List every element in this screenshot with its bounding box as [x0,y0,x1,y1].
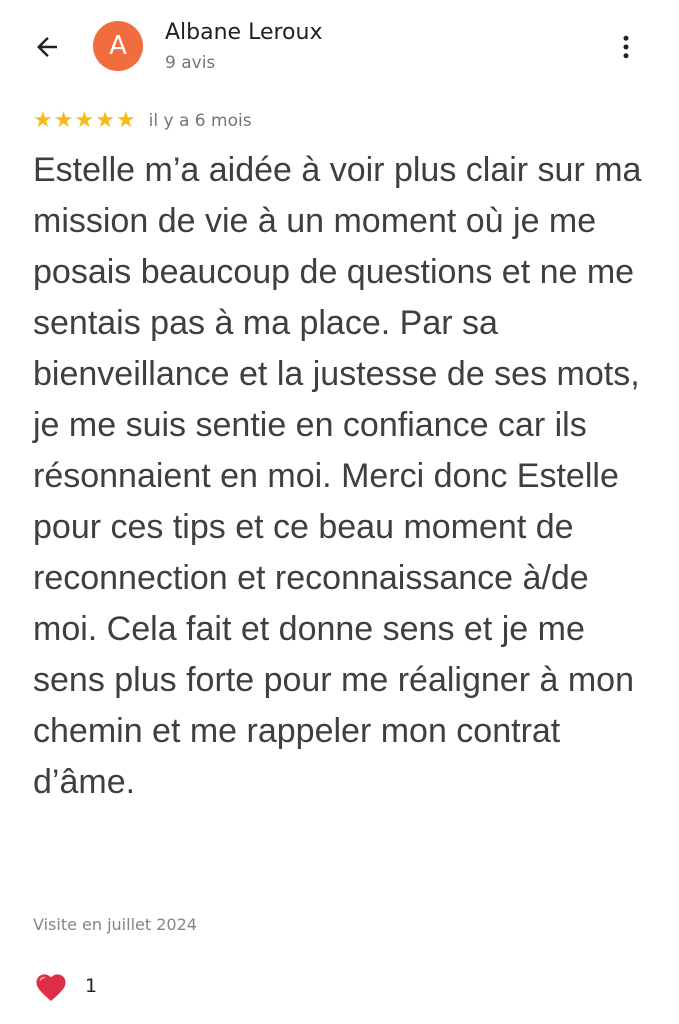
more-options-button[interactable] [610,30,642,64]
top-bar: A Albane Leroux 9 avis [0,0,679,90]
more-vertical-icon [623,35,629,59]
star-icon: ★ [115,108,136,133]
avatar[interactable]: A [93,21,143,71]
star-icon: ★ [74,108,95,133]
review-text: Estelle m’a aidée à voir plus clair sur … [33,151,642,801]
visit-date: Visite en juillet 2024 [33,915,197,934]
author-review-count: 9 avis [165,53,216,73]
star-icon: ★ [95,108,115,133]
star-icon: ★ [53,108,74,133]
back-arrow-icon [37,37,57,57]
reaction-count: 1 [85,975,98,997]
back-button[interactable] [30,30,64,64]
author-name[interactable]: Albane Leroux [165,20,322,45]
reaction-button[interactable]: 1 [33,970,97,1002]
review-relative-date: il y a 6 mois [148,111,252,131]
heart-icon [36,974,66,1002]
rating-row: ★ ★ ★ ★ ★ il y a 6 mois [33,110,252,132]
star-icon: ★ [33,108,53,133]
avatar-letter: A [109,31,127,61]
